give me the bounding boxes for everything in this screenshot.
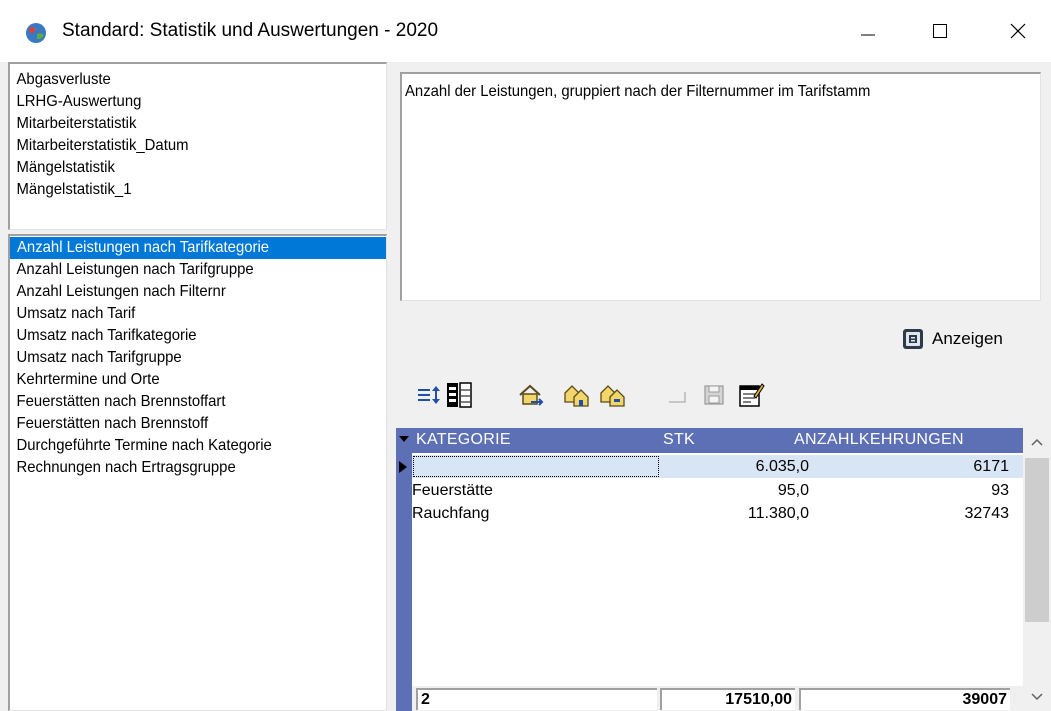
scroll-down-button[interactable] xyxy=(1023,683,1051,711)
list-item[interactable]: Mitarbeiterstatistik_Datum xyxy=(10,135,360,157)
cell-stk: 6.035,0 xyxy=(755,458,809,475)
maximize-button[interactable] xyxy=(910,0,970,62)
scroll-thumb[interactable] xyxy=(1025,458,1049,622)
cell-kategorie: Feuerstätte xyxy=(412,482,493,499)
minimize-icon xyxy=(861,34,875,36)
statistics-list-top[interactable]: Abgasverluste LRHG-Auswertung Mitarbeite… xyxy=(8,62,387,230)
list-item[interactable]: Rechnungen nach Ertragsgruppe xyxy=(10,457,360,479)
footer-anzahl-total: 39007 xyxy=(799,688,1010,710)
chevron-down-icon xyxy=(1031,693,1043,701)
anzeigen-label: Anzeigen xyxy=(932,329,1003,348)
result-grid[interactable]: KATEGORIE STK ANZAHLKEHRUNGEN 6.035,0 61… xyxy=(396,428,1051,711)
list-item[interactable]: Umsatz nach Tarif xyxy=(10,303,360,325)
list-item[interactable]: Umsatz nach Tarifkategorie xyxy=(10,325,360,347)
close-icon xyxy=(1010,23,1026,39)
list-item[interactable]: LRHG-Auswertung xyxy=(10,91,360,113)
minimize-button[interactable] xyxy=(838,0,898,62)
scroll-up-button[interactable] xyxy=(1023,428,1051,456)
list-item-label: Anzahl Leistungen nach Tarifkategorie xyxy=(17,239,270,256)
table-row[interactable]: 6.035,0 6171 xyxy=(412,455,1023,478)
focused-cell[interactable] xyxy=(413,456,659,477)
list-item[interactable]: Durchgeführte Termine nach Kategorie xyxy=(10,435,360,457)
app-globe-icon xyxy=(26,23,46,43)
list-item[interactable]: Abgasverluste xyxy=(10,69,360,91)
houses-icon[interactable] xyxy=(563,380,591,410)
cell-anzahl: 6171 xyxy=(973,458,1009,475)
description-text: Anzahl der Leistungen, gruppiert nach de… xyxy=(405,83,871,100)
maximize-icon xyxy=(933,24,947,38)
anzeigen-button[interactable]: Anzeigen xyxy=(902,325,1003,353)
list-item[interactable]: Mitarbeiterstatistik xyxy=(10,113,360,135)
list-item[interactable]: Kehrtermine und Orte xyxy=(10,369,360,391)
vertical-scrollbar[interactable] xyxy=(1023,428,1051,711)
list-item[interactable]: Feuerstätten nach Brennstoffart xyxy=(10,391,360,413)
list-item[interactable]: Mängelstatistik xyxy=(10,157,360,179)
display-icon xyxy=(903,329,923,349)
table-row[interactable]: Feuerstätte 95,0 93 xyxy=(412,479,1023,502)
chevron-up-icon xyxy=(1031,438,1043,446)
save-icon[interactable] xyxy=(701,380,729,410)
list-item[interactable]: Mängelstatistik_1 xyxy=(10,179,360,201)
footer-count: 2 xyxy=(416,688,657,710)
statistics-window: Standard: Statistik und Auswertungen - 2… xyxy=(0,0,1051,711)
list-item[interactable]: Anzahl Leistungen nach Filternr xyxy=(10,281,360,303)
column-header-kategorie[interactable]: KATEGORIE xyxy=(416,431,511,449)
houses-alt-icon[interactable] xyxy=(599,380,627,410)
statistics-list-bottom[interactable]: Anzahl Leistungen nach Tarifkategorie An… xyxy=(8,234,387,711)
column-header-stk[interactable]: STK xyxy=(663,431,695,449)
list-item[interactable]: Feuerstätten nach Brennstoff xyxy=(10,413,360,435)
grid-header: KATEGORIE STK ANZAHLKEHRUNGEN xyxy=(396,428,1023,453)
header-dropdown-icon[interactable] xyxy=(399,436,409,442)
list-item[interactable]: Anzahl Leistungen nach Tarifgruppe xyxy=(10,259,360,281)
column-header-anzahlkehrungen[interactable]: ANZAHLKEHRUNGEN xyxy=(794,431,964,449)
house-arrow-icon[interactable] xyxy=(517,380,545,410)
close-button[interactable] xyxy=(988,0,1048,62)
list-item[interactable]: Umsatz nach Tarifgruppe xyxy=(10,347,360,369)
cell-stk: 11.380,0 xyxy=(747,505,809,522)
cell-stk: 95,0 xyxy=(777,482,809,499)
table-row[interactable]: Rauchfang 11.380,0 32743 xyxy=(412,502,1023,525)
footer-stk-total: 17510,00 xyxy=(660,688,795,710)
cell-anzahl: 93 xyxy=(991,482,1009,499)
cell-anzahl: 32743 xyxy=(964,505,1010,522)
grid-footer: 2 17510,00 39007 xyxy=(412,686,1023,711)
blank-icon[interactable] xyxy=(663,380,691,410)
grid-body: 6.035,0 6171 Feuerstätte 95,0 93 Rauchfa… xyxy=(412,453,1023,711)
title-bar[interactable]: Standard: Statistik und Auswertungen - 2… xyxy=(0,0,1051,62)
current-row-indicator-icon xyxy=(399,461,407,473)
description-box[interactable]: Anzahl der Leistungen, gruppiert nach de… xyxy=(400,72,1041,301)
cell-kategorie: Rauchfang xyxy=(412,505,490,522)
edit-report-icon[interactable] xyxy=(737,380,765,410)
columns-icon[interactable] xyxy=(445,380,473,410)
grid-toolbar xyxy=(405,372,1045,418)
sort-icon[interactable] xyxy=(415,380,443,410)
list-item-selected[interactable]: Anzahl Leistungen nach Tarifkategorie xyxy=(10,237,386,259)
window-title: Standard: Statistik und Auswertungen - 2… xyxy=(62,20,439,41)
